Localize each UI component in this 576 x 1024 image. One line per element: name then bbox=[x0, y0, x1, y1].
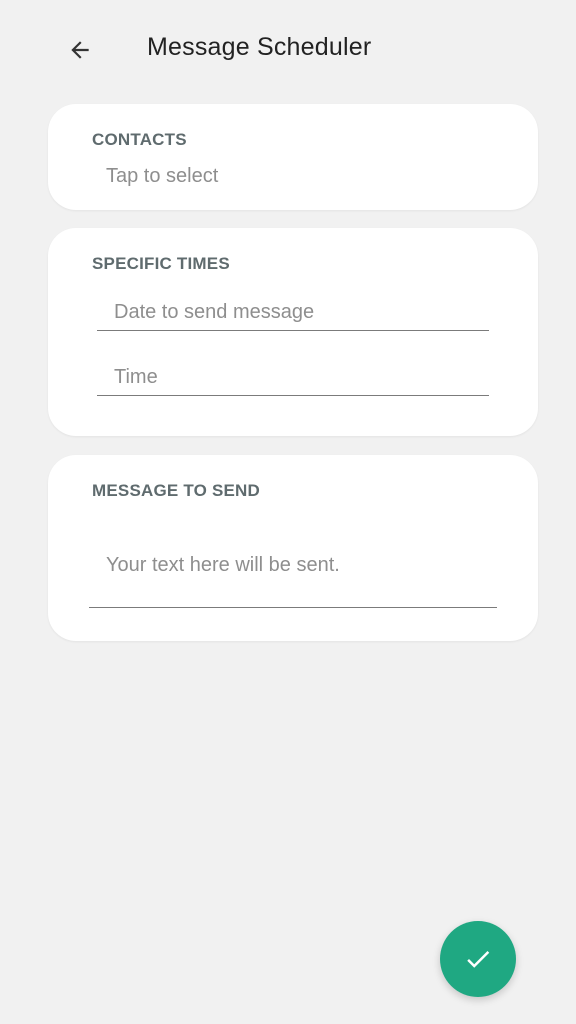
contacts-label: CONTACTS bbox=[92, 130, 187, 149]
date-field[interactable]: Date to send message bbox=[97, 298, 489, 332]
app-bar: Message Scheduler bbox=[0, 0, 576, 100]
page-title: Message Scheduler bbox=[147, 33, 372, 61]
arrow-back-icon bbox=[71, 41, 89, 59]
back-button[interactable] bbox=[62, 32, 98, 68]
message-underline bbox=[89, 607, 497, 608]
time-placeholder: Time bbox=[114, 366, 158, 388]
contacts-select-field[interactable]: Tap to select bbox=[106, 165, 218, 188]
contacts-card[interactable]: CONTACTS Tap to select bbox=[48, 104, 538, 210]
time-underline bbox=[97, 395, 489, 396]
message-card: MESSAGE TO SEND Your text here will be s… bbox=[48, 455, 538, 641]
date-underline bbox=[97, 330, 489, 331]
specific-times-card: SPECIFIC TIMES Date to send message Time bbox=[48, 228, 538, 436]
message-label: MESSAGE TO SEND bbox=[92, 481, 260, 500]
date-placeholder: Date to send message bbox=[114, 301, 315, 323]
check-icon bbox=[467, 951, 490, 968]
confirm-fab[interactable] bbox=[440, 921, 516, 997]
time-field[interactable]: Time bbox=[97, 363, 489, 397]
message-placeholder: Your text here will be sent. bbox=[106, 554, 340, 576]
message-input[interactable]: Your text here will be sent. bbox=[89, 545, 497, 609]
specific-times-label: SPECIFIC TIMES bbox=[92, 254, 230, 273]
